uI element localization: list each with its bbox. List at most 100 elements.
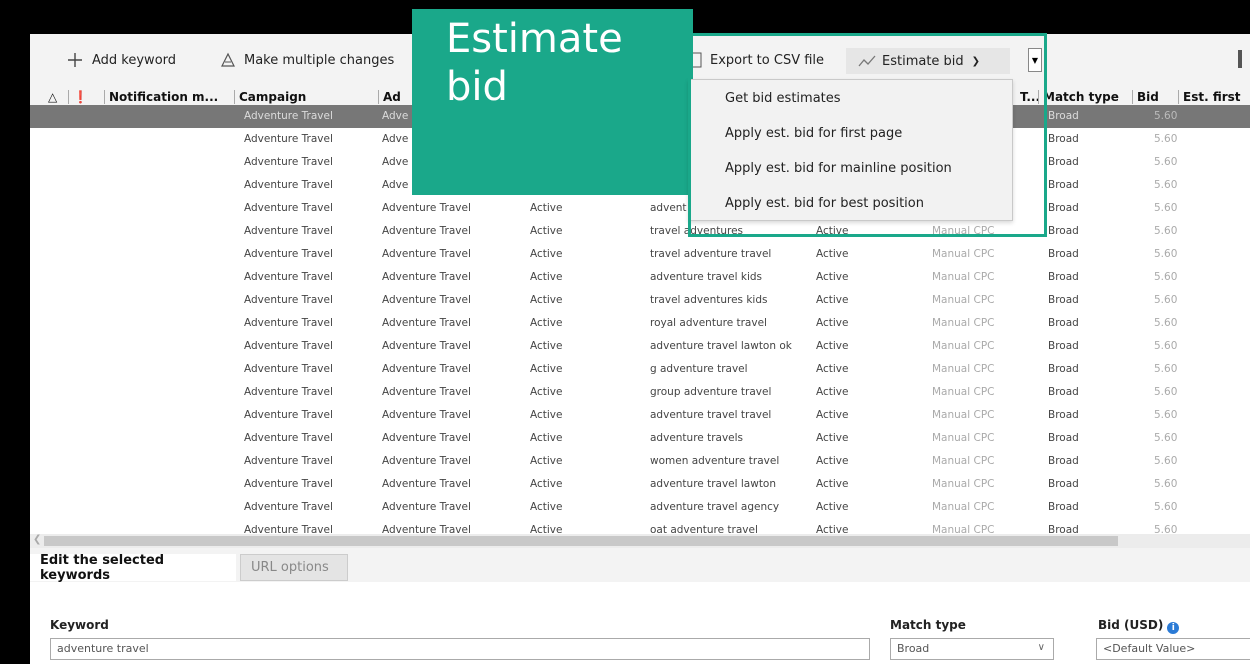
- menu-item-apply-best-position[interactable]: Apply est. bid for best position: [725, 196, 924, 211]
- cell-kw-status: Active: [816, 386, 849, 398]
- cell-keyword: travel adventures kids: [650, 294, 768, 306]
- cell-kw-status: Active: [816, 501, 849, 513]
- cell-keyword: advent: [650, 202, 687, 214]
- table-row[interactable]: Adventure Travel Adventure Travel Active oa…: [30, 519, 1250, 534]
- match-type-select[interactable]: Broad ∨: [890, 638, 1054, 660]
- table-row[interactable]: Adventure Travel Adventure Travel Active gr…: [30, 381, 1250, 404]
- cell-kw-status: Active: [816, 294, 849, 306]
- error-column-icon[interactable]: ❗: [68, 90, 88, 104]
- cell-match: Broad: [1048, 179, 1079, 191]
- horizontal-scrollbar[interactable]: ❮: [30, 534, 1250, 548]
- cell-ad-group: Adventure Travel: [382, 409, 471, 421]
- match-type-value: Broad: [897, 642, 930, 655]
- cell-status: Active: [530, 501, 563, 513]
- cell-campaign: Adventure Travel: [244, 294, 333, 306]
- cell-bid: 5.60: [1154, 501, 1178, 513]
- menu-item-get-bid-estimates[interactable]: Get bid estimates: [725, 91, 841, 106]
- bid-value: <Default Value>: [1103, 642, 1196, 655]
- table-row[interactable]: Adventure Travel Adventure Travel Active ad…: [30, 473, 1250, 496]
- table-row[interactable]: Adventure Travel Adventure Travel Active tr…: [30, 289, 1250, 312]
- make-multiple-changes-button[interactable]: Make multiple changes: [220, 48, 394, 72]
- cell-campaign: Adventure Travel: [244, 317, 333, 329]
- cell-campaign: Adventure Travel: [244, 156, 333, 168]
- cell-kw-status: Active: [816, 317, 849, 329]
- table-row[interactable]: Adventure Travel Adventure Travel Active ad…: [30, 197, 1250, 220]
- menu-item-apply-mainline[interactable]: Apply est. bid for mainline position: [725, 161, 952, 176]
- export-csv-button[interactable]: Export to CSV file: [690, 48, 824, 72]
- scroll-left-icon[interactable]: ❮: [33, 534, 41, 545]
- cell-match: Broad: [1048, 271, 1079, 283]
- cell-keyword: adventure travel travel: [650, 409, 772, 421]
- scrollbar-thumb[interactable]: [44, 536, 1118, 546]
- cell-bid: 5.60: [1154, 386, 1178, 398]
- info-icon[interactable]: i: [1167, 622, 1180, 634]
- cell-bid-strategy: Manual CPC: [932, 271, 995, 283]
- cell-match: Broad: [1048, 110, 1079, 122]
- cell-status: Active: [530, 248, 563, 260]
- cell-ad-group: Adventure Travel: [382, 340, 471, 352]
- cell-bid-strategy: Manual CPC: [932, 225, 995, 237]
- cell-kw-status: Active: [816, 432, 849, 444]
- cell-ad-group: Adventure Travel: [382, 271, 471, 283]
- bid-field[interactable]: <Default Value>: [1096, 638, 1250, 660]
- cell-ad-group: Adve: [382, 110, 409, 122]
- cell-campaign: Adventure Travel: [244, 110, 333, 122]
- warning-column-icon[interactable]: △: [48, 90, 57, 104]
- column-ad-group[interactable]: Ad: [378, 90, 401, 104]
- table-row[interactable]: Adventure Travel Adventure Travel Active ad…: [30, 266, 1250, 289]
- cell-campaign: Adventure Travel: [244, 271, 333, 283]
- menu-item-apply-first-page[interactable]: Apply est. bid for first page: [725, 126, 902, 141]
- cell-keyword: adventure travel agency: [650, 501, 780, 513]
- table-row[interactable]: Adventure Travel Adventure Travel Active ad…: [30, 427, 1250, 450]
- tab-url-options[interactable]: URL options: [240, 554, 348, 581]
- table-row[interactable]: Adventure Travel Adventure Travel Active wo…: [30, 450, 1250, 473]
- cell-bid-strategy: Manual CPC: [932, 501, 995, 513]
- table-row[interactable]: Adventure Travel Adventure Travel Active tr…: [30, 220, 1250, 243]
- cell-keyword: travel adventures: [650, 225, 744, 237]
- cell-match: Broad: [1048, 409, 1079, 421]
- table-row[interactable]: Adventure Travel Adventure Travel Active ro…: [30, 312, 1250, 335]
- cell-keyword: g adventure travel: [650, 363, 748, 375]
- cell-ad-group: Adventure Travel: [382, 478, 471, 490]
- cell-ad-group: Adve: [382, 133, 409, 145]
- table-row[interactable]: Adventure Travel Adventure Travel Active ad…: [30, 496, 1250, 519]
- cell-ad-group: Adventure Travel: [382, 455, 471, 467]
- cell-campaign: Adventure Travel: [244, 409, 333, 421]
- column-bid[interactable]: Bid: [1132, 90, 1159, 104]
- tab-edit-keywords[interactable]: Edit the selected keywords: [30, 553, 236, 583]
- cell-match: Broad: [1048, 317, 1079, 329]
- cell-bid: 5.60: [1154, 271, 1178, 283]
- cell-campaign: Adventure Travel: [244, 225, 333, 237]
- cell-bid: 5.60: [1154, 248, 1178, 260]
- cell-campaign: Adventure Travel: [244, 478, 333, 490]
- column-campaign[interactable]: Campaign: [234, 90, 306, 104]
- cell-campaign: Adventure Travel: [244, 501, 333, 513]
- cell-bid-strategy: Manual CPC: [932, 248, 995, 260]
- table-row[interactable]: Adventure Travel Adventure Travel Active tr…: [30, 243, 1250, 266]
- toolbar-overflow-dropdown[interactable]: ▼: [1028, 48, 1042, 72]
- cell-campaign: Adventure Travel: [244, 386, 333, 398]
- cell-bid-strategy: Manual CPC: [932, 294, 995, 306]
- cell-kw-status: Active: [816, 248, 849, 260]
- cell-ad-group: Adve: [382, 156, 409, 168]
- cell-bid-strategy: Manual CPC: [932, 455, 995, 467]
- cell-keyword: adventure travel lawton: [650, 478, 777, 490]
- column-est-first[interactable]: Est. first: [1178, 90, 1241, 104]
- multi-edit-icon: [221, 52, 235, 67]
- table-row[interactable]: Adventure Travel Adventure Travel Active ad…: [30, 335, 1250, 358]
- keyword-label: Keyword: [50, 618, 109, 632]
- column-notification[interactable]: Notification m...: [104, 90, 218, 104]
- export-csv-label: Export to CSV file: [710, 52, 825, 68]
- table-row[interactable]: Adventure Travel Adventure Travel Active ad…: [30, 404, 1250, 427]
- chevron-down-icon: ❯: [971, 55, 981, 67]
- cell-status: Active: [530, 340, 563, 352]
- estimate-bid-button[interactable]: Estimate bid ❯: [846, 48, 1010, 74]
- cell-bid-strategy: Manual CPC: [932, 317, 995, 329]
- cell-ad-group: Adventure Travel: [382, 294, 471, 306]
- add-keyword-button[interactable]: Add keyword: [66, 48, 176, 72]
- keyword-field[interactable]: adventure travel: [50, 638, 870, 660]
- cell-match: Broad: [1048, 363, 1079, 375]
- column-match-type[interactable]: Match type: [1038, 90, 1119, 104]
- table-row[interactable]: Adventure Travel Adventure Travel Active g …: [30, 358, 1250, 381]
- cell-status: Active: [530, 524, 563, 534]
